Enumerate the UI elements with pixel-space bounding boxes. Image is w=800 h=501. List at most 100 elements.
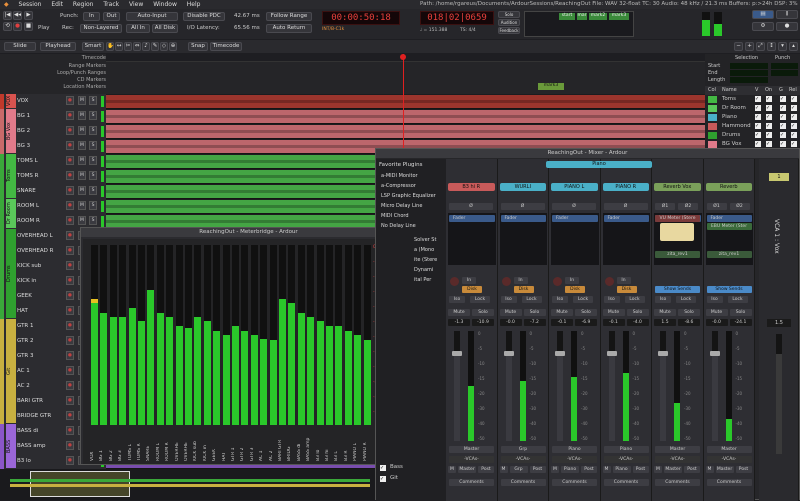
isolate-button[interactable]: Iso	[449, 296, 465, 303]
strip-name-button[interactable]: B3 hi R	[448, 183, 495, 191]
vca-fader[interactable]	[776, 334, 782, 454]
lock-button[interactable]: Lock	[727, 296, 748, 303]
fader-knob[interactable]	[606, 350, 617, 356]
recorder-window-button[interactable]: ●	[776, 22, 798, 31]
group-list-item[interactable]: Dr Room ✓ ✓ ✓ ✓	[705, 104, 800, 113]
vca-assign-button[interactable]: -VCAs-	[500, 456, 546, 463]
track-solo-button[interactable]: S	[89, 111, 97, 120]
selection-end-clock[interactable]	[730, 70, 768, 76]
show-sends-button[interactable]: Show Sends	[706, 286, 752, 293]
track-rec-button[interactable]: ●	[66, 336, 74, 345]
track-rec-button[interactable]: ●	[66, 156, 74, 165]
track-mute-button[interactable]: M	[78, 141, 86, 150]
track-rec-button[interactable]: ●	[66, 456, 74, 465]
output-button[interactable]: Grp	[500, 446, 546, 453]
input-button[interactable]: In	[616, 277, 631, 284]
audition-indicator[interactable]: Audition	[498, 19, 520, 26]
lock-button[interactable]: Lock	[624, 296, 645, 303]
track-name[interactable]: ROOM L	[17, 203, 39, 209]
menu-view[interactable]: View	[125, 0, 147, 9]
all-disk-button[interactable]: All Disk	[152, 24, 178, 33]
track-name[interactable]: B3 lo	[17, 458, 31, 464]
meter-point-mute-button[interactable]: M	[705, 466, 714, 473]
cut-tool-icon[interactable]: ✂	[124, 42, 132, 51]
follow-range-button[interactable]: Follow Range	[266, 12, 312, 21]
editor-window-button[interactable]: ▤	[752, 10, 774, 19]
group-checkbox[interactable]: ✓	[755, 105, 761, 111]
track-rec-button[interactable]: ●	[66, 306, 74, 315]
comments-button[interactable]: Comments	[552, 479, 597, 486]
menu-region[interactable]: Region	[69, 0, 98, 9]
track-rec-button[interactable]: ●	[66, 246, 74, 255]
track-mute-button[interactable]: M	[78, 126, 86, 135]
mute-button[interactable]: Mute	[705, 309, 728, 316]
track-name[interactable]: BRIDGE GTR	[17, 413, 51, 419]
track-rec-button[interactable]: ●	[66, 111, 74, 120]
route-group-tab[interactable]: BASS	[6, 424, 16, 468]
group-color-swatch[interactable]	[708, 132, 717, 139]
track-name[interactable]: GTR 2	[17, 338, 34, 344]
lock-button[interactable]: Lock	[470, 296, 490, 303]
comments-button[interactable]: Comments	[603, 479, 649, 486]
output-button[interactable]: Master	[449, 446, 494, 453]
selection-start-clock[interactable]	[730, 63, 768, 69]
track-rec-button[interactable]: ●	[66, 366, 74, 375]
route-group-tab[interactable]: Dr Room	[6, 199, 16, 228]
solo-button[interactable]: Solo	[523, 309, 546, 316]
non-layered-button[interactable]: Non-Layered	[80, 24, 122, 33]
group-name[interactable]: Dr Room	[722, 104, 746, 113]
output-button[interactable]: Piano	[603, 446, 649, 453]
track-rec-button[interactable]: ●	[66, 291, 74, 300]
zoom-out-icon[interactable]: −	[734, 42, 743, 51]
group-color-swatch[interactable]	[708, 114, 717, 121]
fader-knob[interactable]	[555, 350, 565, 356]
fader-processor[interactable]: Fader	[552, 215, 598, 222]
track-name[interactable]: OVERHEAD R	[17, 248, 53, 254]
record-arm-icon[interactable]	[450, 277, 459, 286]
solo-button[interactable]: Solo	[729, 309, 752, 316]
mixer-group-checkbox[interactable]: ✓	[380, 465, 386, 471]
shrink-tracks-icon[interactable]: ▾	[778, 42, 787, 51]
vca-assign-button[interactable]: -VCAs-	[706, 456, 752, 463]
mixer-group-checkbox[interactable]: ✓	[380, 476, 386, 482]
meter-point-button[interactable]: Post	[581, 466, 597, 473]
all-in-button[interactable]: All In	[126, 24, 150, 33]
plugin-list-item-partial[interactable]: ite (Stere	[414, 257, 437, 263]
track-rec-button[interactable]: ●	[66, 231, 74, 240]
peak-display[interactable]: -24.1	[729, 319, 752, 326]
route-group-tab[interactable]: Toms	[6, 154, 16, 198]
meter-point-mute-button[interactable]: M	[654, 466, 662, 473]
record-arm-icon[interactable]	[501, 277, 511, 286]
track-name[interactable]: OVERHEAD L	[17, 233, 53, 239]
plugin-list-item-partial[interactable]: a (Mono	[414, 247, 434, 253]
group-checkbox[interactable]: ✓	[766, 141, 772, 147]
audio-region[interactable]	[106, 110, 705, 123]
phase-invert-button[interactable]: Ø	[500, 203, 545, 210]
group-checkbox[interactable]: ✓	[791, 96, 797, 102]
meter-point-mute-button[interactable]: M	[602, 466, 611, 473]
track-name[interactable]: AC 1	[17, 368, 30, 374]
vca-number[interactable]: 1	[769, 173, 789, 181]
meter-point-button[interactable]: Post	[632, 466, 649, 473]
track-rec-button[interactable]: ●	[66, 411, 74, 420]
phase-invert-button[interactable]: Ø	[552, 203, 596, 210]
lock-button[interactable]: Lock	[573, 296, 593, 303]
track-name[interactable]: TOMS L	[17, 158, 38, 164]
group-checkbox[interactable]: ✓	[791, 105, 797, 111]
output-button[interactable]: Master	[655, 446, 700, 453]
track-rec-button[interactable]: ●	[66, 396, 74, 405]
marker-mar[interactable]: mar	[577, 13, 587, 20]
track-rec-button[interactable]: ●	[66, 426, 74, 435]
track-rec-button[interactable]: ●	[66, 216, 74, 225]
vca-gain[interactable]: 1.5	[767, 319, 791, 327]
track-rec-button[interactable]: ●	[66, 261, 74, 270]
gain-display[interactable]: -1.3	[448, 319, 470, 326]
phase-invert-button[interactable]: Ø1	[655, 203, 675, 210]
group-checkbox[interactable]: ✓	[755, 132, 761, 138]
track-mute-button[interactable]: M	[78, 171, 86, 180]
comments-button[interactable]: Comments	[655, 479, 700, 486]
plugin-list-item-partial[interactable]: ital Per	[414, 277, 431, 283]
mute-button[interactable]: Mute	[448, 309, 470, 316]
track-rec-button[interactable]: ●	[66, 186, 74, 195]
vca-assign-button[interactable]: -VCAs-	[603, 456, 649, 463]
